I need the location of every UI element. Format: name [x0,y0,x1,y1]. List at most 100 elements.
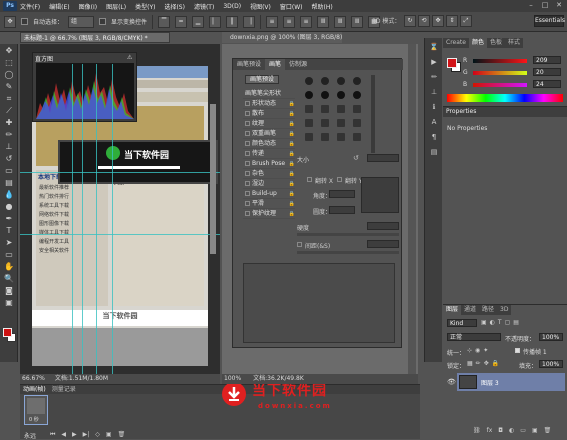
propagate-checkbox[interactable] [515,348,520,353]
actions-icon[interactable]: ▶ [427,56,441,68]
tab-document-2[interactable]: downxia.png @ 100% (图层 3, RGB/8) * [222,32,342,43]
brush-icon[interactable]: ✏ [427,71,441,83]
3d-rotate-icon[interactable]: ↻ [404,15,416,27]
red-value-field[interactable]: 209 [533,56,561,64]
brush-setting-checkbox[interactable] [245,151,250,156]
fill-field[interactable]: 100% [539,360,563,368]
menu-view[interactable]: 视图(V) [250,2,271,11]
lock-icon[interactable]: 🔒 [289,179,295,188]
visibility-eye-icon[interactable]: 👁 [447,378,456,386]
menu-layer[interactable]: 图层(L) [106,2,126,11]
lock-transparency-icon[interactable]: ▦ [467,360,473,367]
first-frame-icon[interactable]: ⏮ [50,431,55,439]
brush-setting-checkbox[interactable] [245,101,250,106]
brush-setting-item[interactable]: Brush Pose 🔒 [243,159,295,169]
tab-clone-source[interactable]: 仿制源 [285,59,311,70]
tab-brush[interactable]: 画笔 [265,59,286,70]
minimize-icon[interactable]: – [525,1,537,10]
gradient-tool-icon[interactable]: ▤ [2,177,16,188]
histogram-warning-icon[interactable]: ⚠ [127,54,132,61]
panel-foreground-swatch[interactable] [447,58,457,68]
distribute-middle-icon[interactable]: ≡ [283,15,296,28]
menu-edit[interactable]: 编辑(E) [49,2,69,11]
lock-icon[interactable]: 🔒 [289,109,295,118]
marquee-tool-icon[interactable]: ⬚ [2,57,16,68]
tab-channels[interactable]: 通道 [461,305,479,315]
brush-setting-item[interactable]: 颜色动态 🔒 [243,139,295,149]
green-slider[interactable] [473,71,527,75]
zoom-tool-icon[interactable]: 🔍 [2,273,16,284]
maximize-icon[interactable]: □ [539,1,551,10]
reset-size-icon[interactable]: ↺ [353,154,359,162]
lock-pixels-icon[interactable]: ✏ [476,360,481,367]
align-center-icon[interactable]: ║ [226,15,239,28]
vertical-scrollbar[interactable] [210,104,216,254]
clone-source-icon[interactable]: ⊥ [427,86,441,98]
tab-3d[interactable]: 3D [497,305,511,315]
brush-setting-checkbox[interactable] [245,211,250,216]
lock-position-icon[interactable]: ✥ [484,360,489,367]
brush-presets-button[interactable]: 画笔预设 [245,75,279,84]
previous-frame-icon[interactable]: ◀ [61,431,66,439]
hardness-field[interactable] [367,222,399,230]
shape-tool-icon[interactable]: ▭ [2,249,16,260]
tab-swatches[interactable]: 色板 [487,38,505,48]
distribute-right-icon[interactable]: Ⅲ [351,15,364,28]
tween-icon[interactable]: ◇ [95,431,100,439]
distribute-left-icon[interactable]: Ⅲ [317,15,330,28]
close-icon[interactable]: ✕ [553,1,565,10]
auto-select-dropdown[interactable]: 组 [68,15,95,28]
align-left-icon[interactable]: ▏ [209,15,222,28]
next-frame-icon[interactable]: ▶| [83,431,90,439]
brush-setting-item[interactable]: 双重画笔 🔒 [243,129,295,139]
document-info[interactable]: 文档:1.51M/1.80M [55,374,108,384]
guide-line[interactable] [96,64,97,374]
move-tool-icon[interactable]: ✥ [2,45,16,56]
distribute-top-icon[interactable]: ≡ [266,15,279,28]
brush-angle-widget[interactable] [361,177,399,213]
lock-icon[interactable]: 🔒 [289,99,295,108]
brush-setting-checkbox[interactable] [245,141,250,146]
spacing-field[interactable] [367,240,399,248]
healing-tool-icon[interactable]: ✚ [2,117,16,128]
info-icon[interactable]: ℹ [427,101,441,113]
animation-frame[interactable]: 0 秒 [24,395,48,425]
pen-tool-icon[interactable]: ✒ [2,213,16,224]
brush-setting-item[interactable]: 杂色 🔒 [243,169,295,179]
new-group-icon[interactable]: ▭ [520,427,526,434]
brush-setting-item[interactable]: Build-up 🔒 [243,189,295,199]
unify-style-icon[interactable]: ✦ [483,347,488,354]
layer-filter-kind[interactable]: Kind [447,319,477,327]
guide-line[interactable] [82,64,83,374]
menu-filter[interactable]: 滤镜(T) [194,2,214,11]
menu-image[interactable]: 图像(I) [79,2,97,11]
lock-icon[interactable]: 🔒 [289,119,295,128]
lock-icon[interactable]: 🔒 [289,129,295,138]
tab-brush-presets[interactable]: 画笔预设 [233,59,265,70]
brush-tool-icon[interactable]: ✏ [2,129,16,140]
blend-mode-dropdown[interactable]: 正常 [447,333,501,341]
brush-size-field[interactable] [367,154,399,162]
move-tool-icon[interactable]: ✥ [4,15,16,28]
lock-all-icon[interactable]: 🔒 [492,360,499,367]
brush-setting-item[interactable]: 形状动态 🔒 [243,99,295,109]
angle-field[interactable] [329,190,355,198]
new-layer-icon[interactable]: ▣ [532,427,538,434]
tab-layers[interactable]: 图层 [443,305,462,315]
menu-help[interactable]: 帮助(H) [312,2,333,11]
lock-icon[interactable]: 🔒 [289,169,295,178]
guide-line[interactable] [112,64,113,374]
brush-setting-item[interactable]: 湿边 🔒 [243,179,295,189]
vertical-scrollbar[interactable] [408,44,416,374]
hand-tool-icon[interactable]: ✋ [2,261,16,272]
distribute-bottom-icon[interactable]: ≡ [300,15,313,28]
tab-measurement-log[interactable]: 测量记录 [52,385,76,394]
type-filter-icon[interactable]: T [498,319,502,326]
menu-window[interactable]: 窗口(W) [280,2,303,11]
brush-setting-item[interactable]: 散布 🔒 [243,109,295,119]
align-right-icon[interactable]: ▕ [243,15,256,28]
blue-value-field[interactable]: 24 [533,80,561,88]
3d-slide-icon[interactable]: ⇕ [446,15,458,27]
lock-icon[interactable]: 🔒 [289,189,295,198]
guide-line[interactable] [72,64,73,374]
